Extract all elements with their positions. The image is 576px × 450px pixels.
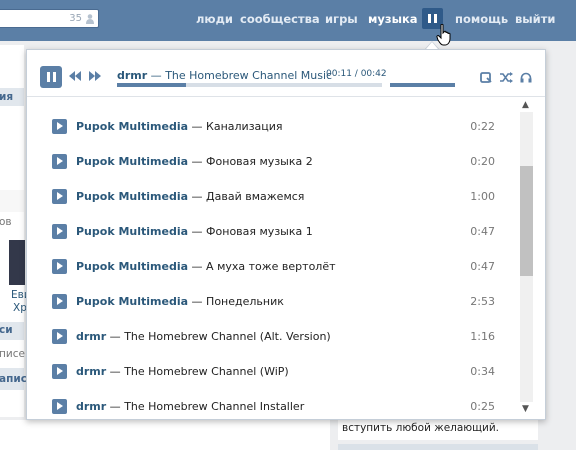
track-title: Фоновая музыка 2 [206, 155, 313, 168]
track-row[interactable]: Pupok Multimedia — Понедельник 2:53 [27, 282, 515, 317]
left-avatar-fragment [9, 240, 25, 285]
now-playing-artist[interactable]: drmr [117, 69, 147, 82]
track-duration: 1:16 [470, 330, 495, 343]
left-fragment-4: Хр [13, 302, 27, 314]
next-icon[interactable] [89, 71, 101, 81]
nav-games[interactable]: игры [325, 12, 358, 26]
track-title: The Homebrew Channel Installer [124, 400, 305, 413]
track-title: The Homebrew Channel (Alt. Version) [124, 330, 331, 343]
track-title: Канализация [206, 120, 283, 133]
track-list-scrollbar[interactable]: ▲ ▼ [517, 96, 534, 418]
now-playing-title: The Homebrew Channel Music [165, 69, 333, 82]
nav-help[interactable]: помощь [455, 12, 508, 26]
left-fragment-5: си [0, 324, 13, 336]
audio-player-dropdown: drmr — The Homebrew Channel Music 00:11 … [26, 49, 546, 420]
track-artist[interactable]: Pupok Multimedia [76, 225, 188, 238]
track-artist[interactable]: drmr [76, 330, 106, 343]
track-duration: 0:20 [470, 155, 495, 168]
track-row[interactable]: Pupok Multimedia — Фоновая музыка 1 0:47 [27, 212, 515, 247]
track-title: Давай вмажемся [206, 190, 305, 203]
track-duration: 0:47 [470, 260, 495, 273]
right-fragment-band [338, 444, 538, 450]
shuffle-icon[interactable] [500, 72, 513, 83]
track-duration: 0:22 [470, 120, 495, 133]
search-count: 35 [69, 13, 82, 24]
play-icon[interactable] [52, 154, 67, 169]
pause-button[interactable] [40, 66, 62, 88]
person-icon [86, 14, 94, 24]
track-title: Понедельник [206, 295, 284, 308]
track-title: The Homebrew Channel (WiP) [124, 365, 289, 378]
track-artist[interactable]: Pupok Multimedia [76, 155, 188, 168]
play-icon[interactable] [52, 119, 67, 134]
headphones-icon[interactable] [520, 72, 532, 83]
scroll-up-icon[interactable]: ▲ [522, 100, 529, 110]
track-row[interactable]: drmr — The Homebrew Channel (Alt. Versio… [27, 317, 515, 352]
play-icon[interactable] [52, 329, 67, 344]
progress-fill [117, 83, 186, 87]
play-icon[interactable] [52, 189, 67, 204]
player-controls: drmr — The Homebrew Channel Music 00:11 … [27, 50, 545, 97]
top-navigation-bar: 35 люди сообщества игры музыка помощь вы… [0, 0, 576, 41]
track-row[interactable]: drmr — The Homebrew Channel (WiP) 0:34 [27, 352, 515, 387]
now-playing-separator: — [147, 69, 166, 82]
search-input[interactable]: 35 [0, 9, 99, 28]
track-artist[interactable]: Pupok Multimedia [76, 295, 188, 308]
playback-time: 00:11 / 00:42 [326, 69, 387, 79]
scroll-down-icon[interactable]: ▼ [522, 404, 529, 414]
left-fragment-1: ия [0, 91, 14, 103]
left-fragment-2: ов [0, 216, 12, 228]
track-title: Фоновая музыка 1 [206, 225, 313, 238]
play-icon[interactable] [52, 224, 67, 239]
nav-people[interactable]: люди [196, 12, 233, 26]
play-icon[interactable] [52, 294, 67, 309]
previous-icon[interactable] [69, 71, 81, 81]
track-artist[interactable]: drmr [76, 365, 106, 378]
right-fragment-text: вступить любой желающий. [342, 422, 500, 434]
hand-cursor-icon [436, 24, 451, 46]
nav-communities[interactable]: сообщества [240, 12, 320, 26]
track-artist[interactable]: Pupok Multimedia [76, 120, 188, 133]
nav-logout[interactable]: выйти [515, 12, 555, 26]
scrollbar-thumb[interactable] [520, 166, 533, 276]
nav-music[interactable]: музыка [368, 12, 418, 26]
track-duration: 0:25 [470, 400, 495, 413]
progress-bar[interactable] [117, 83, 382, 87]
track-row[interactable]: drmr — The Homebrew Channel Installer 0:2… [27, 387, 515, 422]
track-duration: 0:47 [470, 225, 495, 238]
track-row[interactable]: Pupok Multimedia — Давай вмажемся 1:00 [27, 177, 515, 212]
left-section-band [0, 190, 24, 212]
track-row[interactable]: Pupok Multimedia — А муха тоже вертолёт 0… [27, 247, 515, 282]
add-to-list-icon[interactable] [480, 72, 492, 83]
volume-slider[interactable] [390, 83, 455, 87]
track-artist[interactable]: Pupok Multimedia [76, 190, 188, 203]
track-row[interactable]: Pupok Multimedia — Фоновая музыка 2 0:20 [27, 142, 515, 177]
main-column-background [0, 420, 330, 450]
track-list: Pupok Multimedia — Канализация 0:22 Pupok… [27, 107, 515, 422]
track-row[interactable]: Pupok Multimedia — Канализация 0:22 [27, 107, 515, 142]
play-icon[interactable] [52, 259, 67, 274]
track-title: А муха тоже вертолёт [206, 260, 336, 273]
left-fragment-6: писе [0, 348, 25, 360]
track-artist[interactable]: drmr [76, 400, 106, 413]
play-icon[interactable] [52, 399, 67, 414]
track-duration: 1:00 [470, 190, 495, 203]
track-artist[interactable]: Pupok Multimedia [76, 260, 188, 273]
now-playing: drmr — The Homebrew Channel Music [117, 69, 332, 82]
track-duration: 2:53 [470, 295, 495, 308]
play-icon[interactable] [52, 364, 67, 379]
track-duration: 0:34 [470, 365, 495, 378]
